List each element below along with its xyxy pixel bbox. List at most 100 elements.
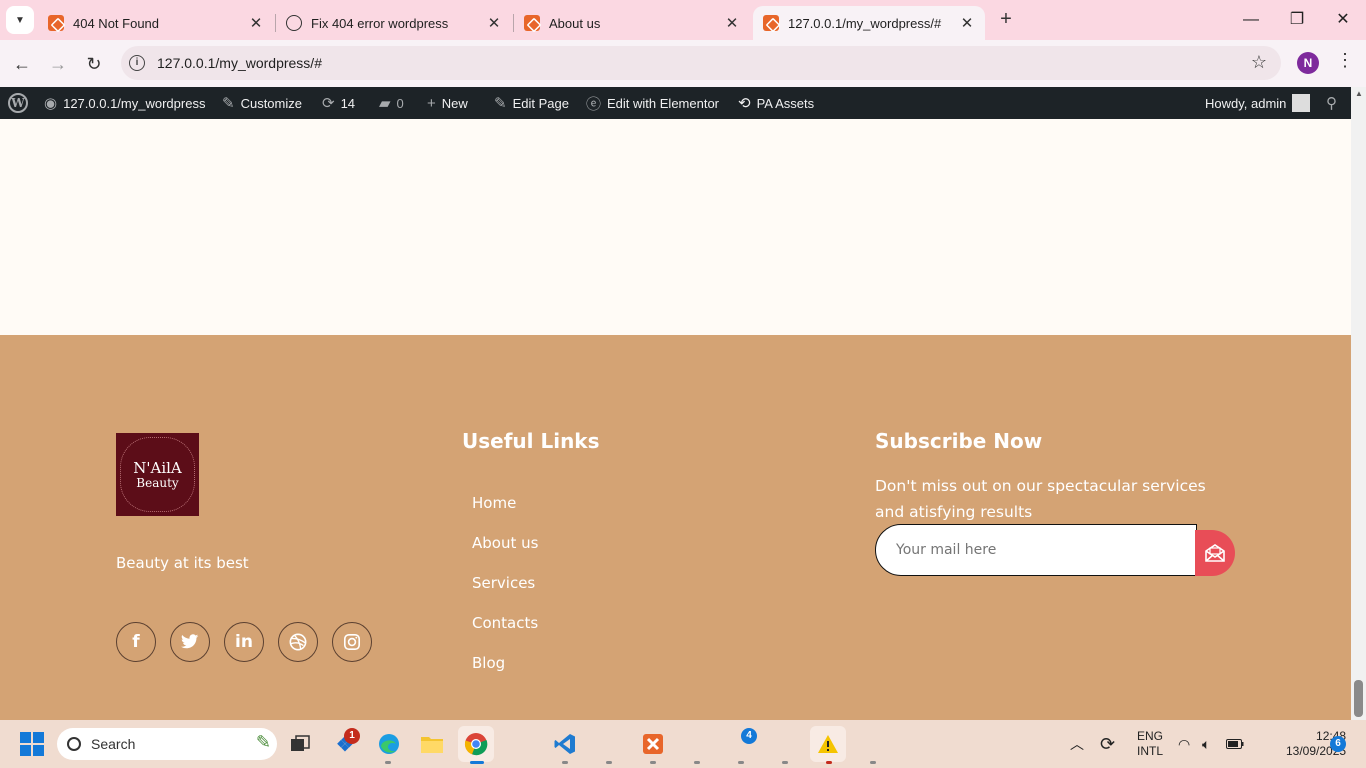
admin-edit-page-link[interactable]: ✎ Edit Page	[494, 87, 569, 119]
updates-count: 14	[340, 95, 356, 111]
useful-links-list: Home About us Services Contacts Blog	[472, 494, 538, 694]
paintbrush-icon: ✎	[222, 95, 235, 112]
xampp-favicon-icon	[48, 15, 64, 31]
footer-link-services[interactable]: Services	[472, 574, 538, 614]
language-indicator[interactable]: ENG INTL	[1137, 729, 1163, 759]
twitter-icon[interactable]	[170, 622, 210, 662]
app-running-indicator	[385, 761, 391, 764]
chrome-browser-icon[interactable]	[458, 726, 494, 762]
file-explorer-icon[interactable]	[414, 726, 450, 762]
language-code: ENG	[1137, 729, 1164, 743]
page-scrollbar[interactable]: ▲	[1351, 87, 1366, 720]
vscode-icon[interactable]	[547, 726, 583, 762]
elementor-icon: ⓔ	[586, 95, 602, 113]
close-tab-icon[interactable]: ✕	[959, 14, 975, 32]
admin-new-link[interactable]: + New	[427, 87, 468, 119]
xampp-icon[interactable]	[635, 726, 671, 762]
windows-start-icon[interactable]	[20, 732, 44, 756]
close-window-button[interactable]: ✕	[1328, 8, 1358, 32]
email-field[interactable]	[875, 524, 1197, 576]
scrollbar-thumb[interactable]	[1354, 680, 1363, 717]
linkedin-icon[interactable]: in	[224, 622, 264, 662]
volume-icon[interactable]: 🔈︎	[1202, 720, 1210, 768]
footer-link-contacts[interactable]: Contacts	[472, 614, 538, 654]
app-running-indicator	[606, 761, 612, 764]
back-button[interactable]: ←	[8, 50, 36, 78]
footer-link-about[interactable]: About us	[472, 534, 538, 574]
bookmark-star-icon[interactable]: ☆	[1251, 52, 1267, 73]
taskbar-search-box[interactable]: Search ✎	[57, 728, 277, 760]
instagram-icon[interactable]	[332, 622, 372, 662]
logo-line-1: N'AilA	[133, 458, 182, 477]
admin-search-button[interactable]: ⚲	[1326, 87, 1337, 119]
search-icon: ⚲	[1326, 95, 1337, 112]
envelope-icon	[1205, 544, 1225, 562]
wifi-icon[interactable]: ◠	[1178, 720, 1190, 768]
profile-avatar[interactable]: N	[1297, 52, 1319, 74]
notification-count-badge[interactable]: 6	[1330, 736, 1346, 752]
forward-button[interactable]: →	[44, 50, 72, 78]
close-tab-icon[interactable]: ✕	[486, 14, 502, 32]
address-bar[interactable]: i 127.0.0.1/my_wordpress/# ☆	[121, 46, 1281, 80]
admin-account-menu[interactable]: Howdy, admin	[1205, 87, 1311, 119]
notification-badge: 1	[344, 728, 360, 744]
admin-updates-link[interactable]: ⟳ 14	[322, 87, 355, 119]
search-label: Search	[91, 736, 136, 752]
user-avatar	[1292, 94, 1311, 112]
comment-bubble-icon: ▰	[379, 95, 391, 112]
app-running-indicator	[782, 761, 788, 764]
subscribe-description: Don't miss out on our spectacular servic…	[875, 477, 1206, 521]
howdy-label: Howdy, admin	[1205, 95, 1287, 111]
facebook-icon[interactable]: f	[116, 622, 156, 662]
battery-icon[interactable]	[1226, 720, 1244, 768]
subscribe-button[interactable]	[1195, 530, 1235, 576]
tab-search-button[interactable]: ▼	[6, 6, 34, 34]
sync-status-icon[interactable]: ⟳	[1100, 720, 1115, 768]
app-running-indicator	[738, 761, 744, 764]
tab-active-home[interactable]: 127.0.0.1/my_wordpress/# ✕	[753, 6, 985, 40]
edge-browser-icon[interactable]	[371, 726, 407, 762]
page-viewport: N'AilA Beauty Beauty at its best f in Us…	[0, 119, 1351, 720]
admin-pa-assets-link[interactable]: ⟲ PA Assets	[738, 87, 814, 119]
restore-button[interactable]: ❐	[1282, 8, 1312, 32]
browser-menu-icon[interactable]: ⋮	[1336, 50, 1354, 71]
search-icon	[67, 737, 81, 751]
app-running-indicator	[650, 761, 656, 764]
footer-link-blog[interactable]: Blog	[472, 654, 538, 694]
app-running-indicator	[870, 761, 876, 764]
reload-button[interactable]: ↻	[80, 50, 108, 78]
new-tab-button[interactable]: +	[994, 8, 1018, 32]
minimize-button[interactable]: —	[1236, 8, 1266, 32]
tab-title: 127.0.0.1/my_wordpress/#	[788, 15, 942, 31]
useful-links-heading: Useful Links	[462, 429, 600, 453]
tab-about-us[interactable]: About us ✕	[514, 6, 750, 40]
dribbble-icon[interactable]	[278, 622, 318, 662]
browser-toolbar: ← → ↻ i 127.0.0.1/my_wordpress/# ☆ N ⋮	[0, 40, 1366, 87]
tab-404-not-found[interactable]: 404 Not Found ✕	[38, 6, 274, 40]
admin-site-link[interactable]: ◉ 127.0.0.1/my_wordpress	[44, 87, 205, 119]
footer-link-home[interactable]: Home	[472, 494, 538, 534]
admin-elementor-link[interactable]: ⓔ Edit with Elementor	[586, 87, 719, 119]
task-view-icon[interactable]	[282, 726, 318, 762]
warning-app-icon[interactable]	[810, 726, 846, 762]
admin-customize-link[interactable]: ✎ Customize	[222, 87, 302, 119]
close-tab-icon[interactable]: ✕	[724, 14, 740, 32]
comments-count: 0	[396, 95, 404, 111]
windows-taskbar: Search ✎ ❖ 1 4 ︿ ⟳ ENG INTL ◠ 🔈︎ 12:48 1…	[0, 720, 1366, 768]
browser-tab-strip: ▼ 404 Not Found ✕ Fix 404 error wordpres…	[0, 0, 1366, 40]
show-hidden-icons-chevron-icon[interactable]: ︿	[1070, 720, 1084, 768]
tab-fix-404[interactable]: Fix 404 error wordpress ✕	[276, 6, 512, 40]
scroll-up-arrow-icon[interactable]: ▲	[1355, 89, 1363, 98]
footer-tagline: Beauty at its best	[116, 554, 249, 572]
keyboard-layout: INTL	[1137, 744, 1164, 758]
edit-page-label: Edit Page	[512, 95, 569, 111]
new-label: New	[441, 95, 468, 111]
dashboard-gauge-icon: ◉	[44, 95, 58, 112]
site-info-icon[interactable]: i	[129, 55, 145, 71]
url-text[interactable]: 127.0.0.1/my_wordpress/#	[157, 55, 322, 71]
site-logo[interactable]: N'AilA Beauty	[116, 433, 199, 516]
chevron-down-icon: ▼	[15, 14, 25, 26]
admin-comments-link[interactable]: ▰ 0	[379, 87, 404, 119]
close-tab-icon[interactable]: ✕	[248, 14, 264, 32]
wp-logo-menu[interactable]: W	[8, 87, 28, 119]
